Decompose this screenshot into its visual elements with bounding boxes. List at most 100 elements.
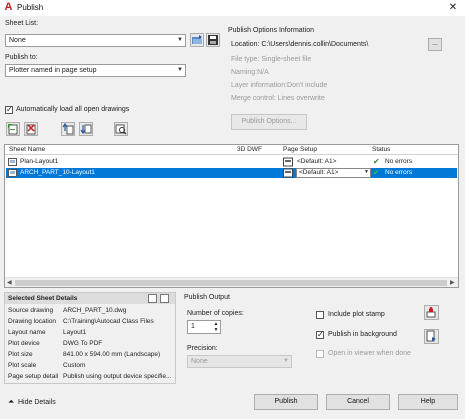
publish-options-info-title: Publish Options Information bbox=[228, 27, 314, 34]
preview-button[interactable] bbox=[114, 122, 128, 136]
detail-label: Layout name bbox=[8, 329, 46, 336]
hide-details-link[interactable]: Hide Details bbox=[18, 399, 56, 406]
copies-value: 1 bbox=[191, 323, 195, 330]
page-setup-dropdown[interactable]: <Default: A1> ▼ bbox=[296, 168, 371, 178]
copies-stepper[interactable]: 1 ▲ ▼ bbox=[187, 320, 221, 334]
expand-details-icon[interactable] bbox=[148, 294, 157, 303]
title-bar: A Publish ✕ bbox=[0, 0, 465, 16]
scroll-left-icon[interactable]: ◀ bbox=[7, 279, 12, 286]
precision-value: None bbox=[191, 358, 208, 365]
collapse-details-icon[interactable] bbox=[160, 294, 169, 303]
naming-text: Naming:N/A bbox=[231, 69, 269, 76]
document-settings-icon bbox=[426, 330, 436, 342]
sheet-name-cell: ARCH_PART_10-Layout1 bbox=[20, 169, 95, 176]
move-sheet-up-button[interactable] bbox=[61, 122, 75, 136]
column-header-sheet-name[interactable]: Sheet Name bbox=[9, 146, 45, 153]
close-icon[interactable]: ✕ bbox=[446, 1, 460, 15]
sheet-icon bbox=[8, 158, 17, 166]
status-cell: No errors bbox=[385, 169, 413, 176]
detail-label: Page setup detail bbox=[8, 373, 59, 380]
column-header-page-setup[interactable]: Page Setup bbox=[283, 146, 317, 153]
column-header-3d-dwf[interactable]: 3D DWF bbox=[237, 146, 262, 153]
detail-value: Custom bbox=[63, 362, 86, 369]
chevron-down-icon: ▼ bbox=[177, 37, 183, 43]
selected-sheet-details-panel: Selected Sheet Details Source drawing AR… bbox=[4, 292, 176, 384]
detail-value: DWG To PDF bbox=[63, 340, 103, 347]
sheet-name-cell: Plan-Layout1 bbox=[20, 158, 59, 165]
publish-to-value: Plotter named in page setup bbox=[9, 67, 97, 74]
scroll-right-icon[interactable]: ▶ bbox=[450, 279, 455, 286]
browse-location-button[interactable]: ... bbox=[428, 38, 442, 51]
file-type-text: File type: Single-sheet file bbox=[231, 56, 312, 63]
precision-label: Precision: bbox=[187, 345, 218, 352]
remove-sheets-icon bbox=[26, 124, 36, 135]
open-in-viewer-checkbox[interactable] bbox=[316, 350, 324, 358]
help-button[interactable]: Help bbox=[398, 394, 458, 410]
column-header-status[interactable]: Status bbox=[372, 146, 390, 153]
move-up-icon bbox=[62, 123, 74, 135]
ok-check-icon: ✔ bbox=[373, 157, 380, 166]
publish-in-background-label: Publish in background bbox=[328, 331, 397, 338]
details-title: Selected Sheet Details bbox=[8, 295, 78, 302]
move-sheet-down-button[interactable] bbox=[79, 122, 93, 136]
chevron-down-icon: ▼ bbox=[364, 169, 369, 175]
move-down-icon bbox=[80, 124, 92, 135]
chevron-down-icon: ▼ bbox=[177, 67, 183, 73]
background-settings-button[interactable] bbox=[424, 329, 439, 344]
detail-value: C:\Training\Autocad Class Files bbox=[63, 318, 154, 325]
add-sheets-icon bbox=[8, 124, 18, 135]
publish-to-label: Publish to: bbox=[5, 54, 38, 61]
auto-load-checkbox[interactable] bbox=[5, 105, 13, 114]
table-row[interactable]: Plan-Layout1 <Default: A1> ✔ No errors bbox=[6, 157, 457, 167]
remove-sheets-button[interactable] bbox=[24, 122, 38, 136]
sheet-list-label: Sheet List: bbox=[5, 20, 39, 27]
detail-value: 841.00 x 594.00 mm (Landscape) bbox=[63, 351, 161, 358]
page-setup-cell: <Default: A1> bbox=[299, 169, 339, 176]
location-text: Location: C:\Users\dennis.collin\Documen… bbox=[231, 41, 369, 48]
window-title: Publish bbox=[17, 3, 44, 12]
open-in-viewer-label: Open in viewer when done bbox=[328, 350, 411, 357]
horizontal-scrollbar[interactable]: ◀ ▶ bbox=[5, 277, 458, 287]
detail-label: Plot scale bbox=[8, 362, 37, 369]
publish-output-title: Publish Output bbox=[184, 294, 230, 301]
copies-label: Number of copies: bbox=[187, 310, 244, 317]
preview-icon bbox=[115, 124, 127, 135]
scrollbar-thumb[interactable] bbox=[15, 280, 447, 286]
detail-value: ARCH_PART_10.dwg bbox=[63, 307, 127, 314]
cancel-button[interactable]: Cancel bbox=[326, 394, 390, 410]
publish-button[interactable]: Publish bbox=[254, 394, 318, 410]
plot-stamp-settings-button[interactable] bbox=[424, 305, 439, 320]
precision-dropdown[interactable]: None ▼ bbox=[187, 355, 292, 368]
table-row-selected[interactable]: ARCH_PART_10-Layout1 <Default: A1> ▼ ✔ N… bbox=[6, 168, 457, 178]
decrement-arrow-icon[interactable]: ▼ bbox=[212, 327, 220, 333]
autocad-logo-icon: A bbox=[4, 1, 13, 13]
save-icon bbox=[208, 35, 218, 45]
ok-check-icon: ✔ bbox=[373, 168, 380, 177]
add-sheets-button[interactable] bbox=[6, 122, 20, 136]
publish-in-background-checkbox[interactable] bbox=[316, 330, 324, 339]
publish-options-button[interactable]: Publish Options... bbox=[231, 114, 307, 130]
table-header: Sheet Name 3D DWF Page Setup Status bbox=[5, 145, 458, 155]
page-setup-cell: <Default: A1> bbox=[297, 158, 337, 165]
plot-stamp-icon bbox=[426, 307, 436, 318]
include-plot-stamp-checkbox[interactable] bbox=[316, 311, 324, 319]
detail-label: Plot size bbox=[8, 351, 33, 358]
detail-label: Source drawing bbox=[8, 307, 54, 314]
sheet-list-dropdown[interactable]: None ▼ bbox=[5, 34, 186, 47]
collapse-up-icon[interactable]: ⏶ bbox=[8, 397, 14, 407]
save-sheet-list-button[interactable] bbox=[206, 33, 220, 47]
open-folder-icon bbox=[192, 35, 202, 44]
detail-label: Drawing location bbox=[8, 318, 57, 325]
auto-load-label: Automatically load all open drawings bbox=[16, 106, 130, 113]
details-header: Selected Sheet Details bbox=[5, 293, 175, 304]
sheet-list-value: None bbox=[9, 37, 26, 44]
merge-control-text: Merge control: Lines overwrite bbox=[231, 95, 325, 102]
chevron-down-icon: ▼ bbox=[283, 358, 289, 364]
load-sheet-list-button[interactable] bbox=[190, 33, 204, 47]
include-plot-stamp-label: Include plot stamp bbox=[328, 311, 385, 318]
sheet-icon bbox=[8, 169, 17, 177]
page-setup-icon bbox=[283, 157, 293, 167]
publish-to-dropdown[interactable]: Plotter named in page setup ▼ bbox=[5, 64, 186, 77]
page-setup-icon bbox=[283, 168, 293, 178]
sheet-list-table: Sheet Name 3D DWF Page Setup Status Plan… bbox=[4, 144, 459, 288]
